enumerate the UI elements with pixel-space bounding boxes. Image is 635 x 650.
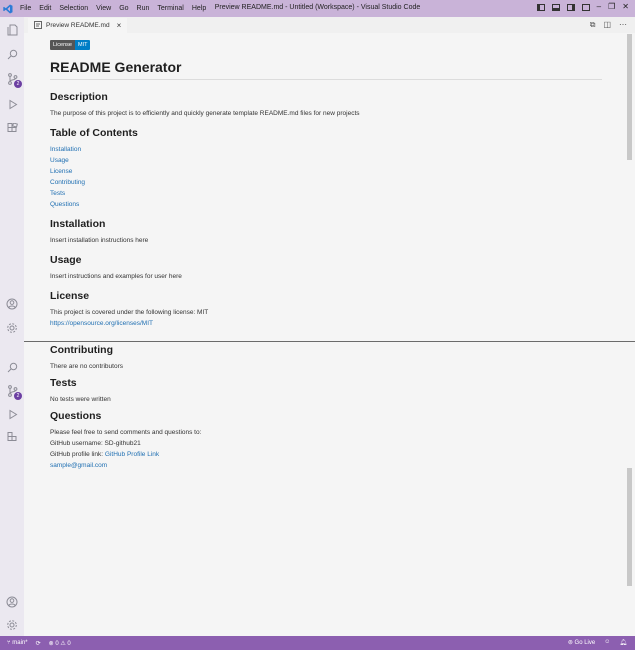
scm-badge-duplicate: 2 (14, 392, 22, 400)
license-heading: License (50, 290, 90, 302)
license-badge-label: License (50, 40, 75, 50)
usage-section: Usage Insert instructions and examples f… (50, 254, 602, 282)
email-link[interactable]: sample@gmail.com (50, 460, 602, 471)
explorer-icon[interactable] (5, 23, 19, 37)
search-icon[interactable] (5, 47, 19, 61)
go-live-label: Go Live (574, 640, 596, 646)
window-controls: – ❐ ✕ (536, 3, 629, 11)
status-bar: ⑂ main* ⟳ ⊗ 0 ⚠ 0 ⊚ Go Live ☺ 🔔︎ (0, 636, 635, 650)
menu-go[interactable]: Go (115, 5, 132, 12)
customize-layout-icon[interactable] (581, 3, 590, 11)
restore-icon[interactable]: ❐ (608, 3, 615, 11)
manage-gear-icon[interactable] (5, 321, 19, 335)
contributing-text: There are no contributors (50, 363, 123, 370)
source-control-icon[interactable]: 2 (5, 72, 22, 88)
extensions-icon[interactable] (5, 121, 19, 135)
github-profile-line: GitHub profile link: GitHub Profile Link (50, 449, 602, 460)
contributing-heading: Contributing (50, 344, 113, 356)
license-badge-value: MIT (74, 40, 91, 50)
minimize-icon[interactable]: – (597, 3, 601, 11)
github-profile-prefix: GitHub profile link: (50, 451, 104, 458)
menu-run[interactable]: Run (133, 5, 154, 12)
extensions-icon-duplicate[interactable] (5, 430, 19, 444)
problems-indicator[interactable]: ⊗ 0 ⚠ 0 (49, 640, 71, 647)
toc-link-tests[interactable]: Tests (50, 188, 602, 199)
toggle-panel-icon[interactable] (551, 3, 560, 11)
accounts-icon[interactable] (5, 297, 19, 311)
usage-text: Insert instructions and examples for use… (50, 273, 182, 280)
menu-terminal[interactable]: Terminal (153, 5, 187, 12)
branch-icon: ⑂ (7, 639, 11, 646)
source-control-icon-duplicate[interactable]: 2 (5, 384, 22, 400)
license-section: License This project is covered under th… (50, 290, 602, 329)
questions-text: Please feel free to send comments and qu… (50, 429, 202, 436)
close-window-icon[interactable]: ✕ (622, 3, 629, 11)
run-debug-icon[interactable] (5, 97, 19, 111)
go-live-button[interactable]: ⊚ Go Live (568, 639, 595, 646)
more-actions-icon[interactable]: ⋯ (619, 20, 627, 30)
page-title: README Generator (50, 59, 602, 80)
menu-bar: File Edit Selection View Go Run Terminal… (16, 5, 210, 12)
scrollbar-thumb-bottom[interactable] (627, 468, 632, 586)
menu-edit[interactable]: Edit (35, 5, 55, 12)
broadcast-icon: ⊚ (567, 640, 573, 646)
toggle-sidebar-icon[interactable] (536, 3, 545, 11)
description-section: Description The purpose of this project … (50, 91, 602, 119)
pane-divider (24, 341, 635, 342)
feedback-icon[interactable]: ☺ (604, 639, 610, 646)
toc-link-questions[interactable]: Questions (50, 199, 602, 210)
sync-icon[interactable]: ⟳ (36, 640, 41, 647)
toc-link-usage[interactable]: Usage (50, 155, 602, 166)
accounts-icon-duplicate[interactable] (5, 595, 19, 609)
toc-heading: Table of Contents (50, 127, 138, 139)
installation-section: Installation Insert installation instruc… (50, 218, 602, 246)
toc-link-installation[interactable]: Installation (50, 144, 602, 155)
contributing-section: Contributing There are no contributors (50, 344, 602, 372)
preview-icon (34, 20, 42, 31)
tab-preview-readme[interactable]: Preview README.md × (28, 18, 128, 33)
scrollbar-thumb-top[interactable] (627, 34, 632, 160)
license-link[interactable]: https://opensource.org/licenses/MIT (50, 318, 602, 329)
menu-help[interactable]: Help (188, 5, 210, 12)
close-tab-icon[interactable]: × (117, 21, 122, 30)
menu-file[interactable]: File (16, 5, 35, 12)
tests-section: Tests No tests were written (50, 377, 602, 405)
notifications-bell-icon[interactable]: 🔔︎ (619, 639, 627, 646)
tests-heading: Tests (50, 377, 77, 389)
toc-link-contributing[interactable]: Contributing (50, 177, 602, 188)
split-editor-icon[interactable]: ◫ (603, 20, 611, 30)
installation-text: Insert installation instructions here (50, 237, 149, 244)
installation-heading: Installation (50, 218, 106, 230)
editor-tab-bar: Preview README.md × ⧉ ◫ ⋯ (24, 17, 635, 33)
open-source-icon[interactable]: ⧉ (590, 20, 596, 30)
toc-link-license[interactable]: License (50, 166, 602, 177)
activity-bar: 2 2 (0, 17, 24, 636)
branch-indicator[interactable]: ⑂ main* (7, 640, 28, 647)
search-icon-duplicate[interactable] (5, 360, 19, 374)
github-username: GitHub username: SD-github21 (50, 440, 141, 447)
description-heading: Description (50, 91, 108, 103)
editor-actions: ⧉ ◫ ⋯ (590, 20, 627, 30)
vscode-logo-icon (0, 0, 16, 17)
toggle-secondary-sidebar-icon[interactable] (566, 3, 575, 11)
branch-name: main* (12, 639, 28, 646)
toc-section: Table of Contents Installation Usage Lic… (50, 127, 602, 210)
scm-badge: 2 (14, 80, 22, 88)
license-badge[interactable]: License MIT (50, 40, 602, 50)
manage-gear-icon-duplicate[interactable] (5, 618, 19, 632)
menu-view[interactable]: View (92, 5, 115, 12)
github-profile-link[interactable]: GitHub Profile Link (105, 451, 159, 458)
questions-heading: Questions (50, 410, 102, 422)
tab-label: Preview README.md (46, 22, 110, 29)
title-bar: File Edit Selection View Go Run Terminal… (0, 0, 635, 17)
questions-section: Questions Please feel free to send comme… (50, 410, 602, 471)
description-text: The purpose of this project is to effici… (50, 110, 360, 117)
markdown-preview: License MIT README Generator Description… (50, 40, 602, 479)
menu-selection[interactable]: Selection (55, 5, 92, 12)
run-debug-icon-duplicate[interactable] (5, 407, 19, 421)
license-text: This project is covered under the follow… (50, 309, 209, 316)
usage-heading: Usage (50, 254, 82, 266)
tests-text: No tests were written (50, 396, 111, 403)
